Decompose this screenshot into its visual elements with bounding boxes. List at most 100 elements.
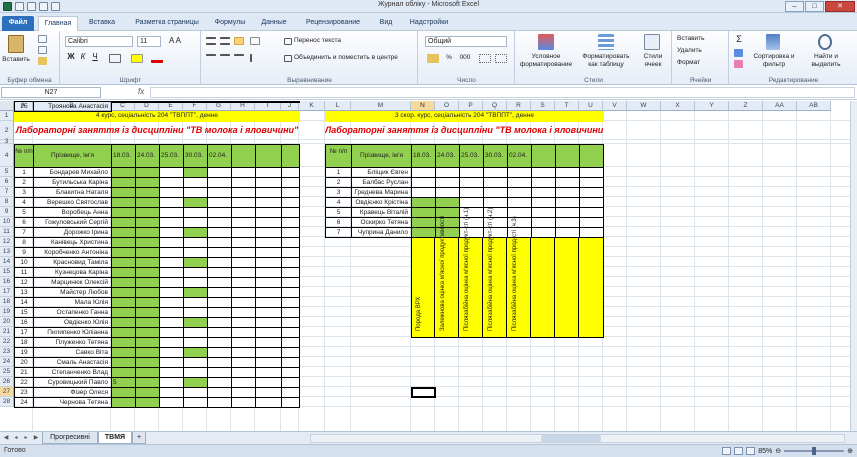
select-all-corner[interactable]	[0, 101, 14, 111]
bold-button[interactable]: Ж	[67, 53, 75, 61]
copy-icon[interactable]	[38, 46, 47, 54]
insert-cells-button[interactable]: Вставить	[677, 35, 727, 43]
row-header[interactable]: 10	[0, 217, 14, 227]
row-header[interactable]: 11	[0, 227, 14, 237]
column-header[interactable]: W	[627, 101, 661, 111]
sort-filter-button[interactable]: Сортировка и фильтр	[750, 53, 798, 69]
column-header[interactable]: AA	[763, 101, 797, 111]
left_table-grade-cell[interactable]	[231, 101, 256, 103]
tab-home[interactable]: Главная	[38, 16, 78, 31]
font-grow-shrink[interactable]: A A	[165, 37, 185, 45]
cell-styles-button[interactable]: Стили ячеек	[636, 53, 670, 69]
row-header[interactable]: 12	[0, 237, 14, 247]
prev-sheet-icon[interactable]: ◂	[12, 434, 20, 442]
left_table-grade-cell[interactable]	[255, 101, 282, 103]
left_table-grade-cell[interactable]	[135, 397, 160, 408]
conditional-formatting-button[interactable]: Условное форматирование	[518, 53, 574, 69]
fill-icon[interactable]	[734, 49, 743, 57]
tab-review[interactable]: Рецензирование	[298, 16, 368, 31]
row-header[interactable]: 7	[0, 187, 14, 197]
row-header[interactable]: 22	[0, 337, 14, 347]
increase-decimal-icon[interactable]	[479, 54, 491, 63]
zoom-in-button[interactable]: ⊕	[847, 447, 853, 455]
column-header[interactable]: K	[299, 101, 325, 111]
zoom-slider-thumb[interactable]	[812, 447, 817, 455]
row-header[interactable]: 8	[0, 197, 14, 207]
row-header[interactable]: 5	[0, 167, 14, 177]
row-header[interactable]: 13	[0, 247, 14, 257]
zoom-out-button[interactable]: ⊖	[775, 447, 781, 455]
row-header[interactable]: 19	[0, 307, 14, 317]
left_table-grade-cell[interactable]	[255, 397, 282, 408]
column-header[interactable]: S	[531, 101, 555, 111]
row-header[interactable]: 4	[0, 144, 14, 167]
formula-input[interactable]	[150, 87, 855, 98]
row-header[interactable]: 21	[0, 327, 14, 337]
column-header[interactable]: Q	[483, 101, 507, 111]
left_table-grade-cell[interactable]	[207, 101, 232, 103]
align-center-icon[interactable]	[220, 54, 230, 62]
column-header[interactable]: X	[661, 101, 695, 111]
zoom-level[interactable]: 85%	[758, 448, 772, 455]
thousands-button[interactable]: 000	[457, 54, 473, 62]
column-header[interactable]: V	[603, 101, 627, 111]
left_table-grade-cell[interactable]	[159, 101, 184, 103]
column-header[interactable]: AB	[797, 101, 831, 111]
find-select-button[interactable]: Найти и выделить	[800, 53, 852, 69]
italic-button[interactable]: К	[79, 53, 87, 61]
left_table-grade-cell[interactable]	[281, 101, 300, 103]
new-sheet-icon[interactable]: +	[132, 432, 146, 444]
column-header[interactable]: Z	[729, 101, 763, 111]
column-header[interactable]: M	[351, 101, 411, 111]
align-middle-icon[interactable]	[220, 37, 230, 45]
currency-icon[interactable]	[427, 54, 439, 63]
vertical-scrollbar[interactable]	[850, 101, 857, 431]
font-name-combo[interactable]: Calibri	[65, 36, 133, 47]
format-as-table-button[interactable]: Форматировать как таблицу	[578, 53, 634, 69]
left_table-grade-cell[interactable]	[207, 397, 232, 408]
fill-color-icon[interactable]	[131, 54, 143, 63]
row-header[interactable]: 23	[0, 347, 14, 357]
tab-page-layout[interactable]: Разметка страницы	[128, 16, 206, 31]
tab-file[interactable]: Файл	[2, 16, 34, 31]
font-color-icon[interactable]	[151, 54, 163, 63]
left_table-grade-cell[interactable]	[159, 397, 184, 408]
clear-icon[interactable]	[734, 60, 743, 68]
tab-formulas[interactable]: Формулы	[210, 16, 250, 31]
column-header[interactable]: U	[579, 101, 603, 111]
row-header[interactable]: 27	[0, 387, 14, 397]
row-header[interactable]: 20	[0, 317, 14, 327]
normal-view-icon[interactable]	[722, 447, 732, 455]
merge-center-button[interactable]: Объединить и поместить в центре	[294, 54, 416, 62]
left_table-grade-cell[interactable]	[111, 397, 136, 408]
row-header[interactable]: 1	[0, 111, 14, 121]
align-left-icon[interactable]	[206, 54, 216, 62]
row-header[interactable]: 28	[0, 397, 14, 407]
left_table-grade-cell[interactable]	[281, 397, 300, 408]
row-header[interactable]: 9	[0, 207, 14, 217]
sheet-tab-tvmya[interactable]: ТВМЯ	[98, 432, 132, 444]
cut-icon[interactable]	[38, 35, 47, 43]
last-sheet-icon[interactable]: ▶	[32, 434, 40, 442]
borders-icon[interactable]	[109, 54, 121, 63]
page-layout-view-icon[interactable]	[734, 447, 744, 455]
indent-icon[interactable]	[250, 54, 260, 62]
tab-insert[interactable]: Вставка	[82, 16, 122, 31]
left_table-grade-cell[interactable]	[135, 101, 160, 103]
zoom-slider[interactable]	[784, 447, 845, 455]
name-box[interactable]: N27	[1, 87, 101, 98]
delete-cells-button[interactable]: Удалить	[677, 47, 727, 55]
tab-data[interactable]: Данные	[255, 16, 293, 31]
decrease-decimal-icon[interactable]	[495, 54, 507, 63]
align-right-icon[interactable]	[234, 54, 244, 62]
insert-function-icon[interactable]: fx	[138, 87, 144, 96]
underline-button[interactable]: Ч	[91, 53, 99, 61]
row-header[interactable]: 24	[0, 357, 14, 367]
column-header[interactable]: Y	[695, 101, 729, 111]
column-header[interactable]: T	[555, 101, 579, 111]
left_table-grade-cell[interactable]	[183, 397, 208, 408]
font-size-combo[interactable]: 11	[137, 36, 161, 47]
column-header[interactable]: P	[459, 101, 483, 111]
column-header[interactable]: N	[411, 101, 435, 111]
number-format-combo[interactable]: Общий	[425, 36, 507, 47]
